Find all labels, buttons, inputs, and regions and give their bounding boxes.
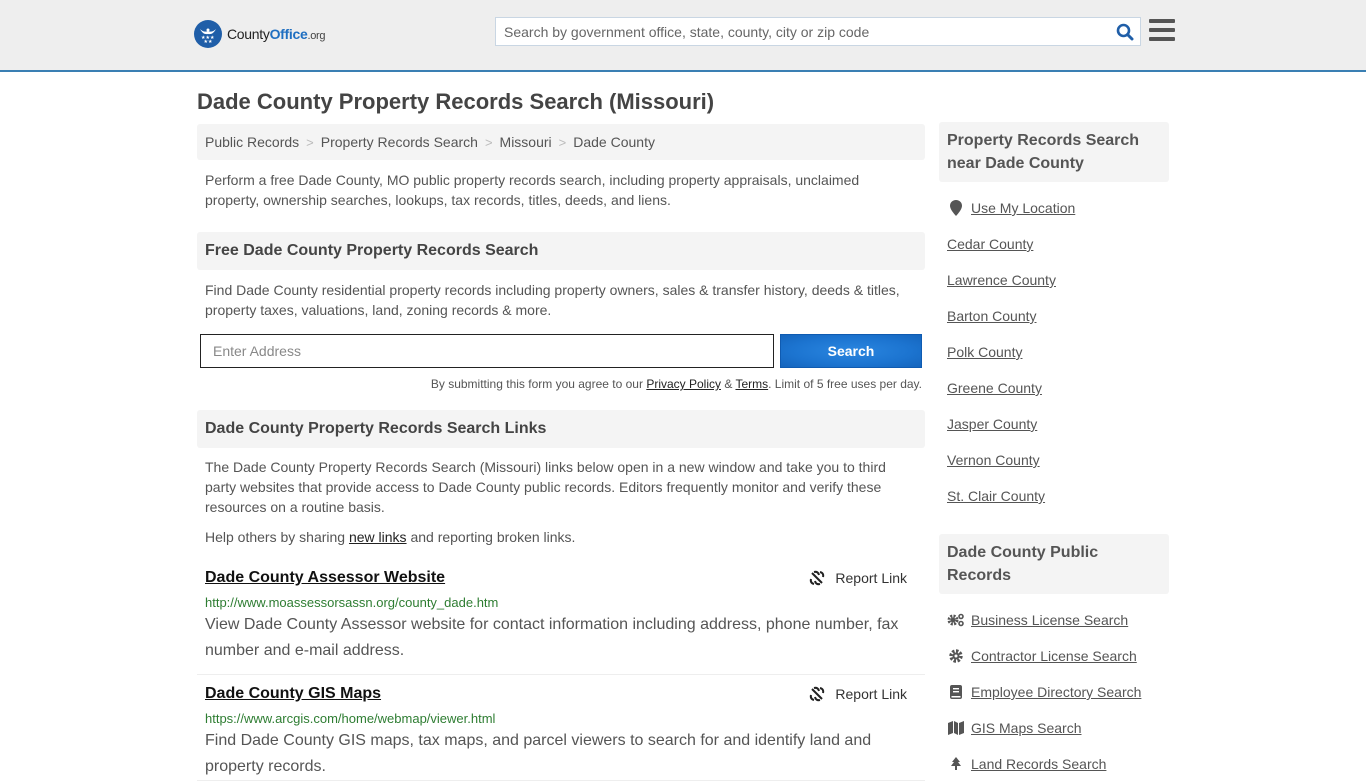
link-title[interactable]: Dade County Assessor Website — [205, 569, 445, 587]
link-title[interactable]: Dade County GIS Maps — [205, 685, 381, 703]
site-header: ★★★ ★★ CountyOffice.org — [0, 0, 1366, 72]
nearby-county-item: Vernon County — [947, 442, 1161, 478]
nearby-county-item: Barton County — [947, 298, 1161, 334]
nearby-county-item: Polk County — [947, 334, 1161, 370]
page-container: Dade County Property Records Search (Mis… — [197, 72, 1169, 781]
nearby-county-link[interactable]: Jasper County — [947, 416, 1037, 432]
business-license-search-link[interactable]: Business License Search — [971, 612, 1128, 628]
nearby-county-item: Jasper County — [947, 406, 1161, 442]
free-search-description: Find Dade County residential property re… — [205, 282, 900, 318]
nearby-county-link[interactable]: St. Clair County — [947, 488, 1045, 504]
nearby-county-link[interactable]: Cedar County — [947, 236, 1033, 252]
new-links-link[interactable]: new links — [349, 529, 407, 545]
breadcrumb-separator: > — [484, 134, 493, 150]
public-records-heading: Dade County Public Records — [939, 534, 1169, 594]
report-link-button[interactable]: Report Link — [809, 570, 907, 586]
public-records-item: GIS Maps Search — [947, 710, 1161, 746]
nearby-county-item: Cedar County — [947, 226, 1161, 262]
breadcrumb-property-records-search[interactable]: Property Records Search — [321, 134, 478, 150]
address-search-button[interactable]: Search — [780, 334, 922, 368]
nearby-county-item: St. Clair County — [947, 478, 1161, 514]
main-content: Public Records > Property Records Search… — [197, 124, 925, 781]
link-url: https://www.arcgis.com/home/webmap/viewe… — [205, 711, 496, 726]
public-records-list: Business License Search Contractor Licen… — [939, 602, 1169, 782]
nearby-county-link[interactable]: Vernon County — [947, 452, 1040, 468]
nearby-county-item: Lawrence County — [947, 262, 1161, 298]
nearby-list: Use My Location Cedar County Lawrence Co… — [939, 190, 1169, 514]
nearby-heading: Property Records Search near Dade County — [939, 122, 1169, 182]
broken-link-icon — [810, 686, 825, 702]
book-icon — [947, 685, 965, 699]
nearby-county-link[interactable]: Barton County — [947, 308, 1037, 324]
breadcrumb-separator: > — [306, 134, 314, 150]
eagle-stars-logo-icon: ★★★ ★★ — [194, 20, 222, 48]
nearby-county-link[interactable]: Polk County — [947, 344, 1022, 360]
hamburger-menu-icon[interactable] — [1149, 19, 1175, 43]
address-input[interactable] — [200, 334, 774, 368]
public-records-item: Contractor License Search — [947, 638, 1161, 674]
cogs-icon — [947, 613, 965, 627]
breadcrumb: Public Records > Property Records Search… — [197, 124, 925, 160]
use-my-location-link[interactable]: Use My Location — [971, 200, 1075, 216]
link-item: Dade County Assessor Website Report Link… — [197, 567, 925, 675]
intro-text: Perform a free Dade County, MO public pr… — [205, 172, 860, 208]
map-icon — [947, 721, 965, 735]
svg-text:★★: ★★ — [204, 39, 213, 44]
link-description: Find Dade County GIS maps, tax maps, and… — [205, 732, 872, 775]
contractor-license-search-link[interactable]: Contractor License Search — [971, 648, 1137, 664]
free-search-heading: Free Dade County Property Records Search — [197, 232, 925, 270]
site-logo[interactable]: ★★★ ★★ CountyOffice.org — [194, 20, 326, 48]
nearby-county-item: Greene County — [947, 370, 1161, 406]
address-search-form: Search — [200, 334, 922, 368]
link-url: http://www.moassessorsassn.org/county_da… — [205, 595, 499, 610]
tree-icon — [947, 757, 965, 771]
terms-link[interactable]: Terms — [735, 377, 768, 391]
gear-icon — [947, 649, 965, 663]
nearby-county-link[interactable]: Lawrence County — [947, 272, 1056, 288]
employee-directory-search-link[interactable]: Employee Directory Search — [971, 684, 1141, 700]
link-item: Dade County GIS Maps Report Link https:/… — [197, 683, 925, 781]
public-records-item: Land Records Search — [947, 746, 1161, 782]
breadcrumb-missouri[interactable]: Missouri — [500, 134, 552, 150]
use-location-item: Use My Location — [947, 190, 1161, 226]
public-records-item: Business License Search — [947, 602, 1161, 638]
broken-link-icon — [810, 570, 825, 586]
links-section-heading: Dade County Property Records Search Link… — [197, 410, 925, 448]
report-link-button[interactable]: Report Link — [809, 686, 907, 702]
privacy-policy-link[interactable]: Privacy Policy — [646, 377, 721, 391]
map-marker-icon — [947, 200, 965, 216]
logo-wordmark: CountyOffice.org — [227, 26, 326, 42]
breadcrumb-dade-county[interactable]: Dade County — [573, 134, 655, 150]
link-description: View Dade County Assessor website for co… — [205, 616, 899, 659]
search-icon[interactable] — [1110, 18, 1140, 45]
site-search — [495, 17, 1141, 46]
help-text: Help others by sharing new links and rep… — [205, 529, 576, 545]
breadcrumb-public-records[interactable]: Public Records — [205, 134, 299, 150]
site-search-input[interactable] — [496, 18, 1110, 45]
form-disclaimer: By submitting this form you agree to our… — [430, 377, 922, 391]
public-records-item: Employee Directory Search — [947, 674, 1161, 710]
gis-maps-search-link[interactable]: GIS Maps Search — [971, 720, 1082, 736]
breadcrumb-separator: > — [558, 134, 567, 150]
nearby-county-link[interactable]: Greene County — [947, 380, 1042, 396]
sidebar: Property Records Search near Dade County… — [939, 122, 1169, 782]
land-records-search-link[interactable]: Land Records Search — [971, 756, 1106, 772]
page-title: Dade County Property Records Search (Mis… — [197, 89, 715, 114]
links-section-description: The Dade County Property Records Search … — [205, 459, 886, 515]
